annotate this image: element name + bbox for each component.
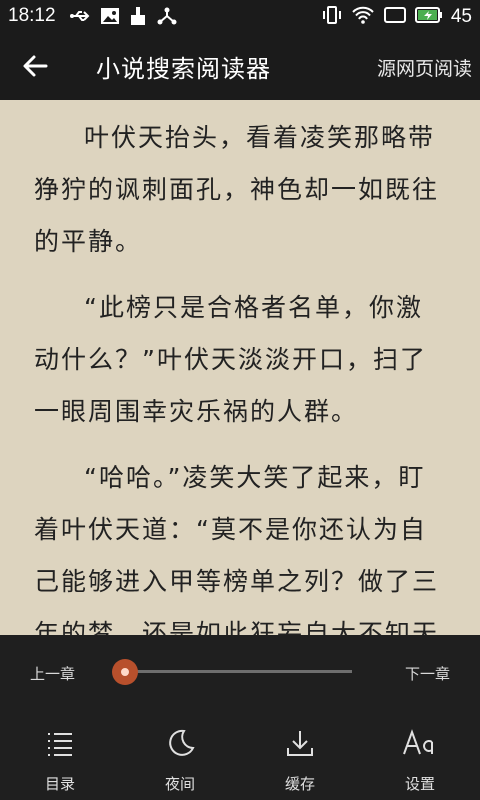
paragraph: “哈哈。”凌笑大笑了起来，盯着叶伏天道：“莫不是你还认为自己能够进入甲等榜单之列…: [34, 463, 440, 635]
status-bar: 18:12 45: [0, 0, 480, 32]
paragraph: “此榜只是合格者名单，你激动什么？”叶伏天淡淡开口，扫了一眼周围幸灾乐祸的人群。: [34, 293, 427, 426]
reader-control-panel: 上一章 下一章 目录 夜间 缓存 设置: [0, 635, 480, 800]
nav-cache[interactable]: 缓存: [240, 725, 360, 795]
slider-track[interactable]: [116, 670, 352, 673]
reading-content[interactable]: 叶伏天抬头，看着凌笑那略带狰狞的讽刺面孔，神色却一如既往的平静。 “此榜只是合格…: [0, 100, 480, 635]
next-chapter-button[interactable]: 下一章: [405, 663, 450, 684]
vibrate-icon: [321, 5, 343, 29]
moon-icon: [169, 729, 195, 756]
wifi-icon: [351, 5, 375, 29]
nav-label: 设置: [404, 775, 435, 793]
status-right-icons: 45: [321, 5, 472, 29]
broom-icon: [128, 6, 148, 30]
image-icon: [100, 6, 120, 30]
status-left-icons: [70, 6, 178, 30]
nav-night-mode[interactable]: 夜间: [120, 725, 240, 795]
nav-label: 缓存: [284, 775, 315, 793]
back-arrow-icon: [23, 55, 48, 77]
back-button[interactable]: [20, 52, 52, 80]
slider-thumb[interactable]: [112, 659, 139, 685]
screen-icon: [383, 5, 407, 29]
download-icon: [287, 731, 313, 756]
page-title: 小说搜索阅读器: [96, 55, 271, 83]
list-icon: [48, 733, 72, 756]
prev-chapter-button[interactable]: 上一章: [30, 663, 75, 684]
source-web-read-button[interactable]: 源网页阅读: [377, 54, 472, 81]
battery-charging-icon: [414, 5, 443, 29]
paragraph: 叶伏天抬头，看着凌笑那略带狰狞的讽刺面孔，神色却一如既往的平静。: [34, 123, 440, 256]
nav-label: 夜间: [164, 775, 195, 793]
nav-catalog[interactable]: 目录: [0, 725, 120, 795]
chapter-progress-slider[interactable]: [112, 659, 352, 685]
share-icon: [156, 6, 178, 30]
nav-label: 目录: [44, 775, 75, 793]
usb-icon: [70, 6, 92, 30]
status-time: 18:12: [8, 5, 56, 26]
battery-percent: 45: [450, 6, 472, 27]
app-bar: 小说搜索阅读器 源网页阅读: [0, 32, 480, 100]
nav-settings[interactable]: 设置: [360, 725, 480, 795]
font-icon: [403, 729, 433, 755]
bottom-nav: 目录 夜间 缓存 设置: [0, 725, 480, 795]
